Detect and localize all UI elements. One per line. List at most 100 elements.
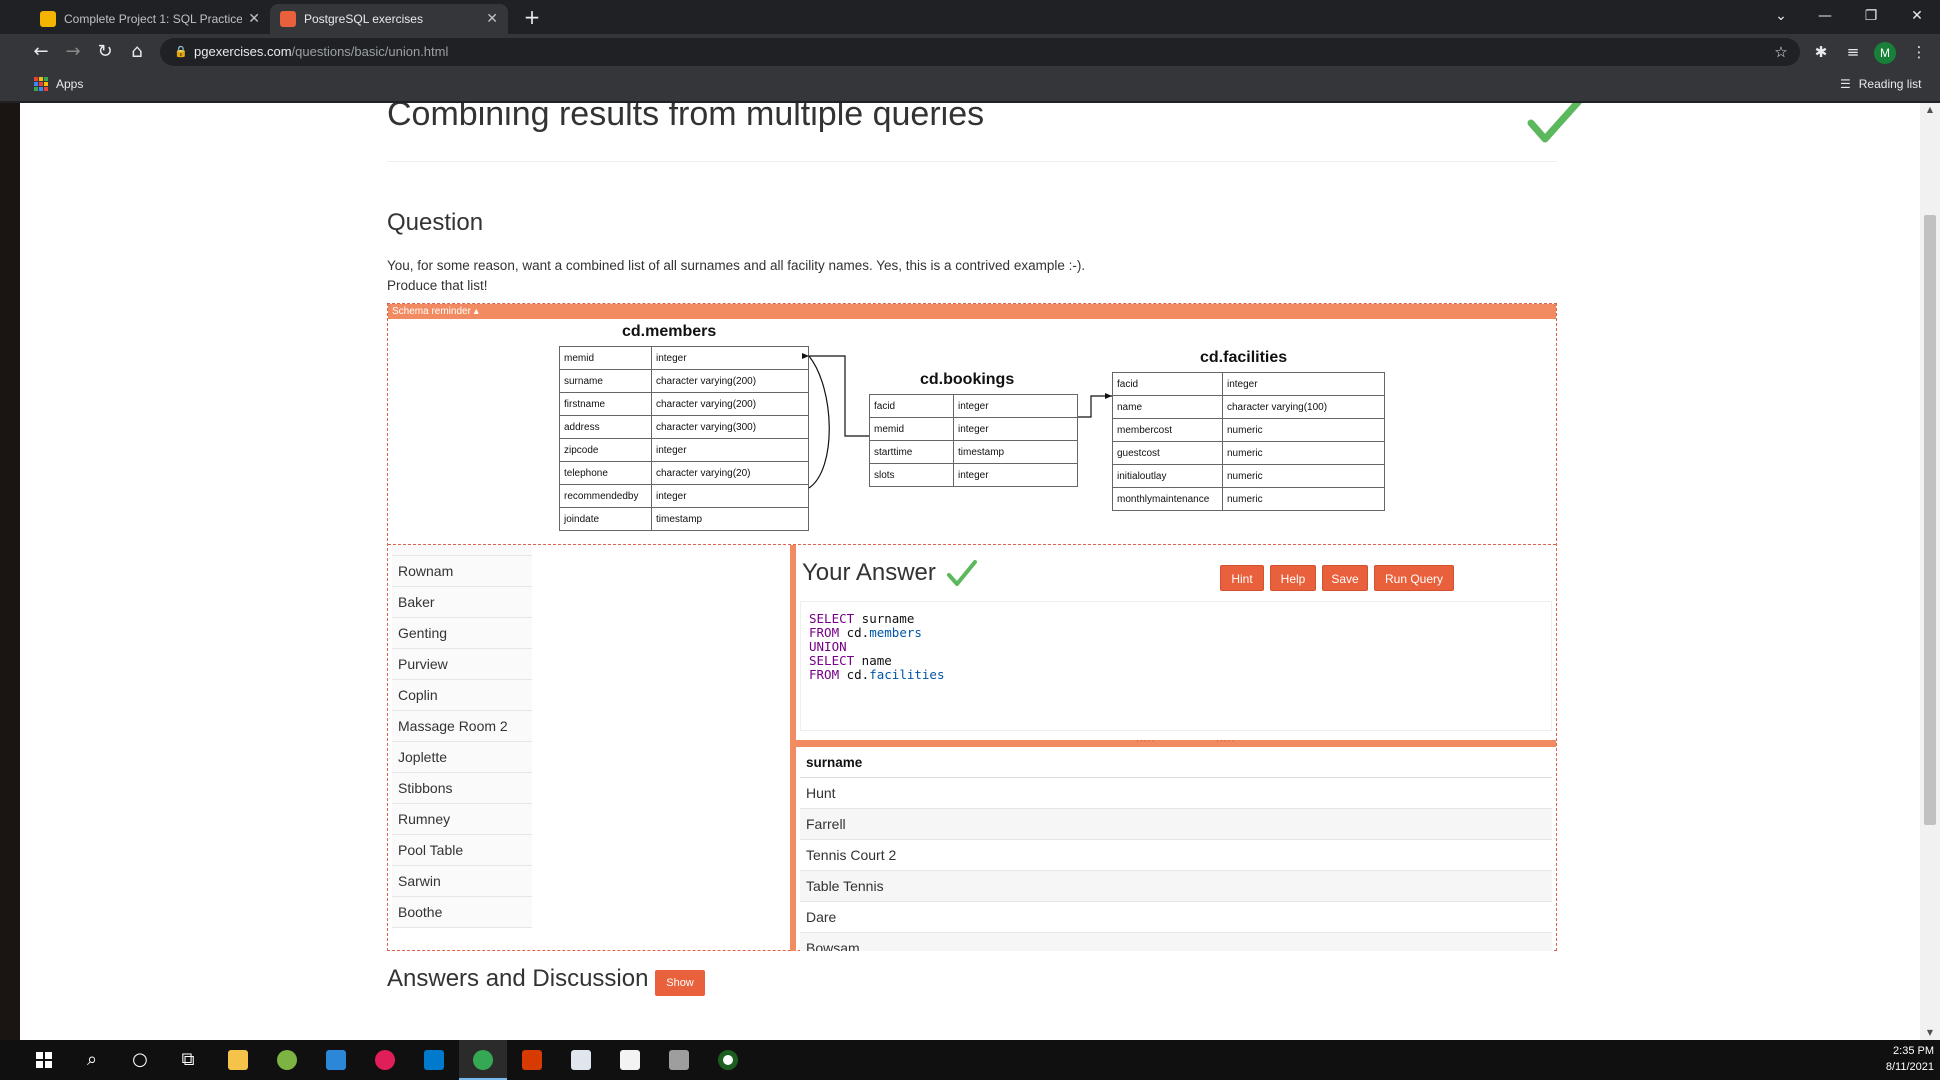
close-window-button[interactable]: ✕ [1894,0,1940,34]
tab-postgresql-exercises[interactable]: PostgreSQL exercises ✕ [270,4,508,34]
media-queue-icon[interactable]: ≡ [1840,39,1866,65]
list-item: Purview [392,649,532,680]
help-button[interactable]: Help [1270,565,1316,591]
apps-bookmark[interactable]: Apps [34,77,83,91]
sql-keyword: FROM [809,625,840,640]
scrollbar-thumb[interactable] [1924,215,1936,825]
back-arrow-icon[interactable]: ← [28,39,54,65]
tab-sql-practice[interactable]: Complete Project 1: SQL Practice ✕ [30,4,270,34]
sql-text: surname [854,611,915,626]
search-icon[interactable]: ⌕ [68,1040,116,1080]
extensions-puzzle-icon[interactable]: ✱ [1808,39,1834,65]
list-item: Genting [392,618,532,649]
sql-keyword: SELECT [809,611,855,626]
restore-button[interactable]: ❐ [1848,0,1894,34]
apps-grid-icon [34,77,48,91]
sql-text: name [854,653,892,668]
list-item: Butters [392,545,532,556]
screen: Complete Project 1: SQL Practice ✕ Postg… [0,0,1940,1080]
list-item: Rownam [392,556,532,587]
browser-tab-strip: Complete Project 1: SQL Practice ✕ Postg… [0,0,1940,34]
sql-keyword: UNION [809,639,847,654]
sql-identifier: members [869,625,922,640]
windows-start-icon[interactable] [20,1040,68,1080]
relationship-lines [802,353,1112,489]
reload-icon[interactable]: ↻ [92,39,118,65]
file-explorer-icon[interactable] [214,1040,262,1080]
discussion-heading: Answers and Discussion [387,965,649,992]
schema-diagram: cd.members memid integer surname character … [388,319,1556,544]
more-menu-icon[interactable]: ⋮ [1906,39,1932,65]
sql-line: SELECT surname [809,612,1543,626]
calculator-icon[interactable] [655,1040,703,1080]
schema-reminder-toggle[interactable]: Schema reminder ▴ [388,304,1556,319]
address-bar[interactable]: 🔒 pgexercises.com/questions/basic/union.… [160,38,1800,66]
wps-office-icon[interactable] [263,1040,311,1080]
mail-icon[interactable] [312,1040,360,1080]
tab-search-icon[interactable]: ⌄ [1758,0,1804,34]
schema-panel: Schema reminder ▴ cd.members memid intege… [387,303,1557,951]
window-app-icon[interactable] [557,1040,605,1080]
green-app-icon[interactable] [704,1040,752,1080]
scroll-down-icon[interactable]: ▼ [1920,1026,1940,1040]
sql-line: FROM cd.members [809,626,1543,640]
reading-list-bookmark[interactable]: ☰ Reading list [1840,77,1921,91]
sql-identifier: facilities [869,667,945,682]
table-row: Farrell [800,809,1552,840]
close-icon[interactable]: ✕ [486,11,498,27]
question-text: You, for some reason, want a combined li… [387,256,1085,296]
sql-line: SELECT name [809,654,1543,668]
minimize-button[interactable]: — [1802,0,1848,34]
bookmarks-bar: Apps ☰ Reading list [0,70,1940,102]
vscode-icon[interactable] [410,1040,458,1080]
table-row: Bowsam [800,933,1552,951]
sql-line: UNION [809,640,1543,654]
chrome-icon[interactable] [459,1040,507,1080]
list-item: Rumney [392,804,532,835]
hint-button[interactable]: Hint [1220,565,1264,591]
browser-toolbar: ← → ↻ ⌂ 🔒 pgexercises.com/questions/basi… [0,34,1940,70]
list-item: Sarwin [392,866,532,897]
new-tab-button[interactable]: + [519,4,545,30]
office-icon[interactable] [508,1040,556,1080]
list-item: Baker [392,587,532,618]
list-item: Massage Room 2 [392,711,532,742]
show-discussion-button[interactable]: Show [655,970,705,996]
your-answer-heading: Your Answer [802,559,936,586]
horizontal-splitter[interactable]: ····· ····· [796,737,1556,747]
system-clock[interactable]: 2:35 PM 8/11/2021 [1870,1043,1934,1075]
query-results: surname Hunt Farrell Tennis Court 2 Table T… [800,747,1552,951]
clock-time: 2:35 PM [1893,1045,1934,1057]
list-item: Boothe [392,897,532,928]
question-heading: Question [387,209,484,236]
sql-editor[interactable]: SELECT surname FROM cd.members UNION SELECT… [800,601,1552,731]
table-row: Hunt [800,778,1552,809]
desktop-background-strip [0,103,20,1040]
previous-results-list: Butters RownamBakerGentingPurviewCoplinM… [392,545,532,951]
page-scrollbar[interactable]: ▲ ▼ [1920,103,1940,1040]
sql-text: cd. [839,667,870,682]
close-icon[interactable]: ✕ [248,11,260,27]
list-item: Pool Table [392,835,532,866]
checkmark-icon [1527,103,1582,143]
run-query-button[interactable]: Run Query [1374,565,1454,591]
notebook-icon [40,11,56,27]
profile-avatar[interactable]: M [1874,42,1896,64]
list-item: Stibbons [392,773,532,804]
cortana-icon[interactable]: ○ [116,1040,164,1080]
task-view-icon[interactable]: ⧉ [164,1040,212,1080]
list-item: Joplette [392,742,532,773]
windows-taskbar: ⌕ ○ ⧉ 2:35 PM 8/11/2021 [0,1040,1940,1080]
sql-keyword: SELECT [809,653,855,668]
scroll-up-icon[interactable]: ▲ [1920,103,1940,117]
reading-list-icon: ☰ [1840,77,1851,91]
answer-panel: Your Answer Hint Help Save Run Query SEL… [796,545,1556,740]
previous-results-rows: Rownam Baker Genting Purview Coplin Massage R… [392,556,532,928]
slack-icon[interactable] [361,1040,409,1080]
page-viewport: Combining results from multiple queries … [20,103,1920,1040]
home-icon[interactable]: ⌂ [124,39,150,65]
save-button[interactable]: Save [1322,565,1368,591]
forward-arrow-icon[interactable]: → [60,39,86,65]
notepad-icon[interactable] [606,1040,654,1080]
bookmark-star-icon[interactable]: ☆ [1768,39,1794,65]
